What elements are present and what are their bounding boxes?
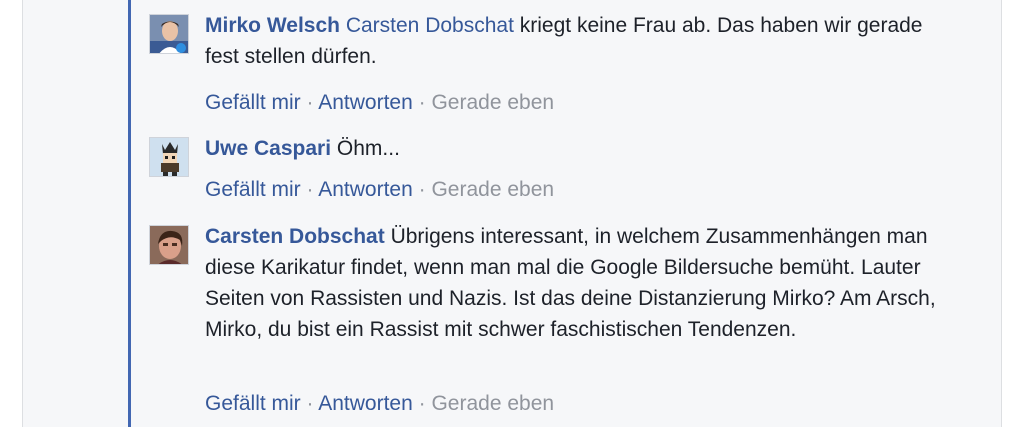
comment-actions: Gefällt mir · Antworten · Gerade eben (205, 90, 554, 116)
user-avatar-icon (150, 226, 188, 264)
comment-author-link[interactable]: Carsten Dobschat (205, 225, 385, 248)
comment-timestamp[interactable]: Gerade eben (431, 178, 554, 201)
like-link[interactable]: Gefällt mir (205, 91, 301, 114)
comment-author-link[interactable]: Uwe Caspari (205, 137, 331, 160)
action-separator: · (306, 178, 314, 201)
mention-link[interactable]: Carsten Dobschat (346, 14, 514, 37)
comment-timestamp[interactable]: Gerade eben (431, 392, 554, 415)
comment-body: Mirko Welsch Carsten Dobschat kriegt kei… (205, 10, 945, 72)
reply-link[interactable]: Antworten (318, 178, 413, 201)
comment-actions: Gefällt mir · Antworten · Gerade eben (205, 391, 554, 417)
comment-actions: Gefällt mir · Antworten · Gerade eben (205, 177, 554, 203)
avatar[interactable] (149, 14, 189, 54)
action-separator: · (418, 178, 426, 201)
user-avatar-icon (150, 15, 188, 53)
comment-author-link[interactable]: Mirko Welsch (205, 14, 340, 37)
comment-panel: Mirko Welsch Carsten Dobschat kriegt kei… (22, 0, 1002, 427)
comment-body: Uwe Caspari Öhm... (205, 133, 945, 164)
reply-link[interactable]: Antworten (318, 392, 413, 415)
action-separator: · (306, 91, 314, 114)
avatar[interactable] (149, 225, 189, 265)
character-avatar-icon (150, 138, 188, 176)
reply-link[interactable]: Antworten (318, 91, 413, 114)
comment-timestamp[interactable]: Gerade eben (431, 91, 554, 114)
like-link[interactable]: Gefällt mir (205, 178, 301, 201)
comment-body: Carsten Dobschat Übrigens interessant, i… (205, 221, 945, 345)
action-separator: · (418, 91, 426, 114)
like-link[interactable]: Gefällt mir (205, 392, 301, 415)
reply-thread-indicator (128, 0, 131, 427)
action-separator: · (306, 392, 314, 415)
avatar[interactable] (149, 137, 189, 177)
comment-text: Öhm... (336, 137, 400, 160)
action-separator: · (418, 392, 426, 415)
